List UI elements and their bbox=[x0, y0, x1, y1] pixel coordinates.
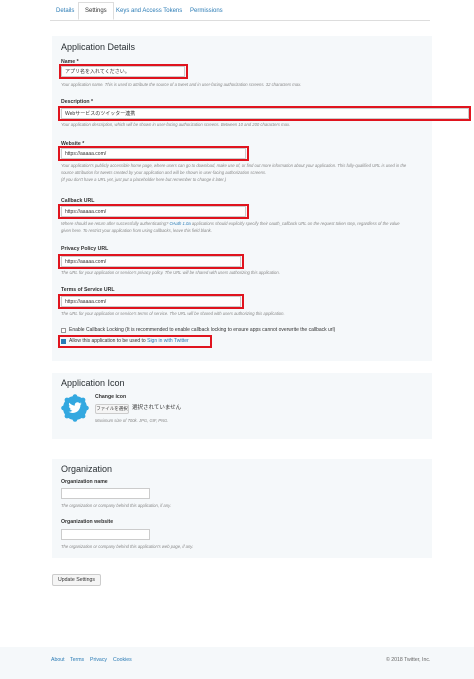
icon-help: Maximum size of 700k. JPG, GIF, PNG. bbox=[95, 418, 169, 423]
organization-name-input[interactable] bbox=[61, 488, 150, 499]
footer-link-cookies[interactable]: Cookies bbox=[113, 657, 132, 663]
choose-file-button[interactable]: ファイルを選択 bbox=[95, 404, 129, 414]
tos-highlight bbox=[58, 294, 244, 309]
callback-help-post: applications should explicitly specify t… bbox=[191, 221, 400, 226]
callback-help-1: Where should we return after successfull… bbox=[61, 221, 400, 227]
callback-help-2: given here. To restrict your application… bbox=[61, 228, 212, 233]
privacy-highlight bbox=[58, 254, 244, 269]
organization-website-help: The organization or company behind this … bbox=[61, 544, 194, 549]
update-settings-button[interactable]: Update Settings bbox=[52, 574, 101, 586]
description-label: Description * bbox=[61, 99, 93, 105]
twitter-bird-icon bbox=[61, 394, 89, 422]
callback-help-pre: Where should we return after successfull… bbox=[61, 221, 169, 226]
callback-locking-checkbox[interactable] bbox=[61, 328, 66, 333]
privacy-label: Privacy Policy URL bbox=[61, 246, 109, 252]
tos-label: Terms of Service URL bbox=[61, 287, 115, 293]
organization-name-help: The organization or company behind this … bbox=[61, 503, 172, 508]
name-help: Your application name. This is used to a… bbox=[61, 82, 302, 87]
settings-tabs: Details Settings Keys and Access Tokens … bbox=[50, 0, 430, 21]
footer-link-about[interactable]: About bbox=[51, 657, 65, 663]
organization-name-label: Organization name bbox=[61, 479, 108, 485]
change-icon-label: Change icon bbox=[95, 394, 127, 400]
tab-details[interactable]: Details bbox=[50, 3, 80, 19]
tab-permissions[interactable]: Permissions bbox=[184, 3, 229, 19]
footer-link-privacy[interactable]: Privacy bbox=[90, 657, 107, 663]
application-icon-title: Application Icon bbox=[61, 378, 125, 388]
website-help-2: source attribution for tweets created by… bbox=[61, 170, 267, 175]
organization-website-input[interactable] bbox=[61, 529, 150, 540]
description-highlight bbox=[58, 106, 471, 121]
organization-website-label: Organization website bbox=[61, 519, 114, 525]
privacy-help: The URL for your application or service'… bbox=[61, 270, 280, 275]
website-help-1: Your application's publicly accessible h… bbox=[61, 163, 407, 168]
tab-settings[interactable]: Settings bbox=[78, 2, 114, 20]
name-highlight bbox=[59, 64, 188, 79]
footer bbox=[0, 647, 474, 679]
footer-copyright: © 2018 Twitter, Inc. bbox=[386, 657, 431, 663]
file-status: 選択されていません bbox=[132, 405, 182, 411]
tos-help: The URL for your application or service'… bbox=[61, 311, 285, 316]
callback-highlight bbox=[58, 204, 249, 219]
footer-link-terms[interactable]: Terms bbox=[70, 657, 84, 663]
oauth-link[interactable]: OAuth 1.0a bbox=[169, 221, 190, 226]
application-details-title: Application Details bbox=[61, 42, 136, 52]
description-help: Your application description, which will… bbox=[61, 122, 291, 127]
website-help-3: (If you don't have a URL yet, just put a… bbox=[61, 177, 227, 182]
website-highlight bbox=[58, 146, 249, 161]
sign-in-highlight bbox=[58, 335, 212, 348]
tab-keys-and-access-tokens[interactable]: Keys and Access Tokens bbox=[110, 3, 188, 19]
callback-locking-label: Enable Callback Locking (It is recommend… bbox=[69, 327, 336, 333]
organization-title: Organization bbox=[61, 464, 113, 474]
